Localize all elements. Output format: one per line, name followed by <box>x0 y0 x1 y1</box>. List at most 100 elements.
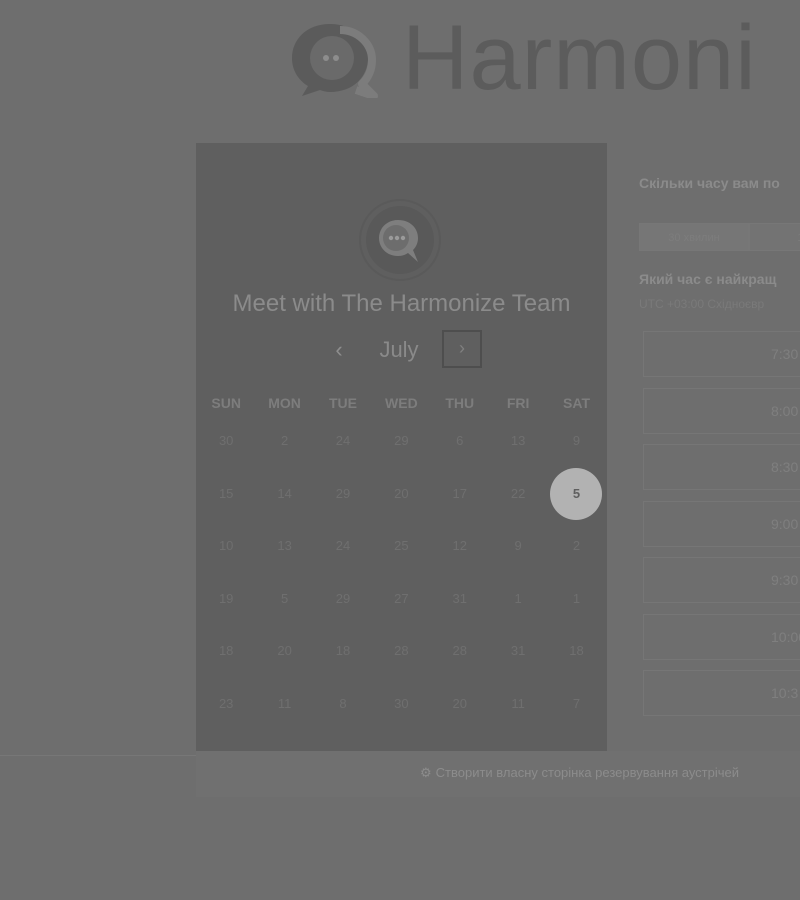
calendar-day[interactable]: 18 <box>197 625 255 678</box>
calendar-day[interactable]: 30 <box>372 678 430 731</box>
prev-month-button[interactable]: ‹ <box>324 335 354 365</box>
time-slot[interactable]: 10:3 <box>643 670 800 716</box>
time-slot[interactable]: 9:30 <box>643 557 800 603</box>
calendar-day[interactable]: 25 <box>372 520 430 573</box>
time-slot-label: 8:30 <box>771 459 799 475</box>
page-header: Harmoni <box>0 0 800 140</box>
weekday-label: FRI <box>506 395 530 411</box>
calendar-day-number: 25 <box>394 538 409 553</box>
time-slot[interactable]: 7:30 <box>643 331 800 377</box>
calendar-day-number: 10 <box>218 538 234 553</box>
calendar-day[interactable]: 30 <box>197 415 255 468</box>
calendar-day[interactable]: 2 <box>547 520 605 573</box>
calendar-day-number: 24 <box>335 538 351 553</box>
calendar-weeks: 30 2 24 29 6 13 9 15 14 29 20 17 22 5 10 13 24 25 12 9 2 19 5 2… <box>197 415 606 730</box>
create-booking-page-label: Створити власну сторінка резервування ау… <box>435 765 740 780</box>
weekday-label: MON <box>268 395 301 411</box>
calendar-day[interactable]: 13 <box>489 415 547 468</box>
calendar-day[interactable]: 8 <box>314 678 372 731</box>
calendar-day[interactable]: 9 <box>489 520 547 573</box>
calendar-day-number: 20 <box>452 695 467 711</box>
calendar-week-row: 30 2 24 29 6 13 9 <box>197 415 606 468</box>
calendar-day[interactable]: 13 <box>255 520 313 573</box>
duration-question: Скільки часу вам по <box>639 175 780 191</box>
calendar-day-selected[interactable]: 5 <box>547 467 605 521</box>
calendar-day[interactable]: 2 <box>255 415 313 468</box>
duration-option[interactable]: 1 г <box>749 223 800 251</box>
calendar-week-row: 23 11 8 30 20 11 7 <box>197 678 606 731</box>
calendar-day-number: 1 <box>572 590 581 606</box>
calendar-day[interactable]: 1 <box>547 573 605 626</box>
calendar-day-number: 20 <box>277 643 292 658</box>
calendar-day[interactable]: 18 <box>547 625 605 678</box>
calendar-day[interactable]: 9 <box>547 415 605 468</box>
time-slot[interactable]: 8:00 <box>643 387 800 434</box>
calendar-day[interactable]: 28 <box>431 625 489 678</box>
calendar-day[interactable]: 7 <box>547 678 605 731</box>
calendar-day-number: 17 <box>452 485 467 501</box>
time-slot[interactable]: 8:30 <box>643 444 800 490</box>
calendar-day-number: 18 <box>569 643 584 658</box>
calendar-day-number: 18 <box>218 643 234 658</box>
weekday-header: SUN MON TUE WED THU FRI SAT <box>197 391 606 415</box>
calendar-day[interactable]: 29 <box>372 415 430 468</box>
calendar-day-number: 15 <box>218 485 234 501</box>
calendar-day[interactable]: 5 <box>255 573 313 626</box>
calendar-day-number: 30 <box>394 695 409 711</box>
calendar-day[interactable]: 6 <box>431 415 489 468</box>
calendar-day[interactable]: 10 <box>197 520 255 573</box>
calendar-day[interactable]: 24 <box>314 415 372 468</box>
calendar-day[interactable]: 27 <box>372 573 430 626</box>
weekday-label: TUE <box>328 395 357 411</box>
calendar-day[interactable]: 18 <box>314 625 372 678</box>
calendar-week-row: 19 5 29 27 31 1 1 <box>197 573 606 626</box>
create-booking-page-link[interactable]: ⚙ Створити власну сторінка резервування а… <box>420 765 739 781</box>
calendar-week-row: 15 14 29 20 17 22 5 <box>197 467 606 521</box>
time-slot[interactable]: 10:00 <box>643 613 800 660</box>
calendar-day-number: 5 <box>572 485 581 501</box>
meeting-title: Meet with The Harmonize Team <box>232 290 571 317</box>
calendar-day[interactable]: 31 <box>489 625 547 678</box>
month-navigation: ‹ July › <box>196 329 607 371</box>
calendar-week-row: 18 20 18 28 28 31 18 <box>197 625 606 678</box>
calendar-day[interactable]: 15 <box>197 468 255 521</box>
calendar-day-number: 1 <box>514 590 522 606</box>
calendar-day-number: 31 <box>510 643 526 658</box>
calendar-day[interactable]: 11 <box>489 678 547 731</box>
calendar-day-number: 29 <box>335 485 351 501</box>
time-slot[interactable]: 9:00 <box>643 500 800 547</box>
calendar-day[interactable]: 23 <box>197 678 255 731</box>
calendar-day-number: 29 <box>335 590 351 606</box>
calendar-day-number: 14 <box>277 485 292 501</box>
calendar-day[interactable]: 11 <box>255 678 313 731</box>
calendar-day-number: 27 <box>394 590 409 606</box>
calendar-day[interactable]: 22 <box>489 468 547 521</box>
weekday-label: WED <box>385 395 418 411</box>
calendar-day-number: 23 <box>218 695 234 711</box>
calendar-day[interactable]: 1 <box>489 573 547 626</box>
time-slot-list: 7:30 8:00 8:30 9:00 9:30 10:00 10:3 <box>643 331 800 727</box>
calendar-day[interactable]: 20 <box>372 468 430 521</box>
weekday-label: SAT <box>563 395 591 411</box>
timezone-label[interactable]: UTC +03:00 Східноєвр <box>639 297 764 311</box>
calendar-grid: SUN MON TUE WED THU FRI SAT 30 2 24 29 6 13 9 1… <box>197 391 606 730</box>
duration-option[interactable]: 30 хвилин <box>639 223 749 251</box>
calendar-day[interactable]: 19 <box>197 573 255 626</box>
chat-bubble-logo-icon <box>292 24 378 98</box>
calendar-day[interactable]: 12 <box>431 520 489 573</box>
chevron-right-icon: › <box>459 338 465 358</box>
time-slot-label: 9:30 <box>771 572 799 588</box>
calendar-day[interactable]: 31 <box>431 573 489 626</box>
calendar-day[interactable]: 20 <box>255 625 313 678</box>
calendar-day-number: 13 <box>277 538 292 553</box>
calendar-day[interactable]: 24 <box>314 520 372 573</box>
calendar-day[interactable]: 14 <box>255 468 313 521</box>
next-month-button[interactable]: › <box>442 330 482 368</box>
time-question: Який час є найкращ <box>639 271 777 287</box>
calendar-day[interactable]: 20 <box>431 678 489 731</box>
calendar-day[interactable]: 17 <box>431 468 489 521</box>
calendar-day[interactable]: 28 <box>372 625 430 678</box>
calendar-day[interactable]: 29 <box>314 573 372 626</box>
calendar-day-number: 19 <box>218 590 234 606</box>
calendar-day[interactable]: 29 <box>314 468 372 521</box>
